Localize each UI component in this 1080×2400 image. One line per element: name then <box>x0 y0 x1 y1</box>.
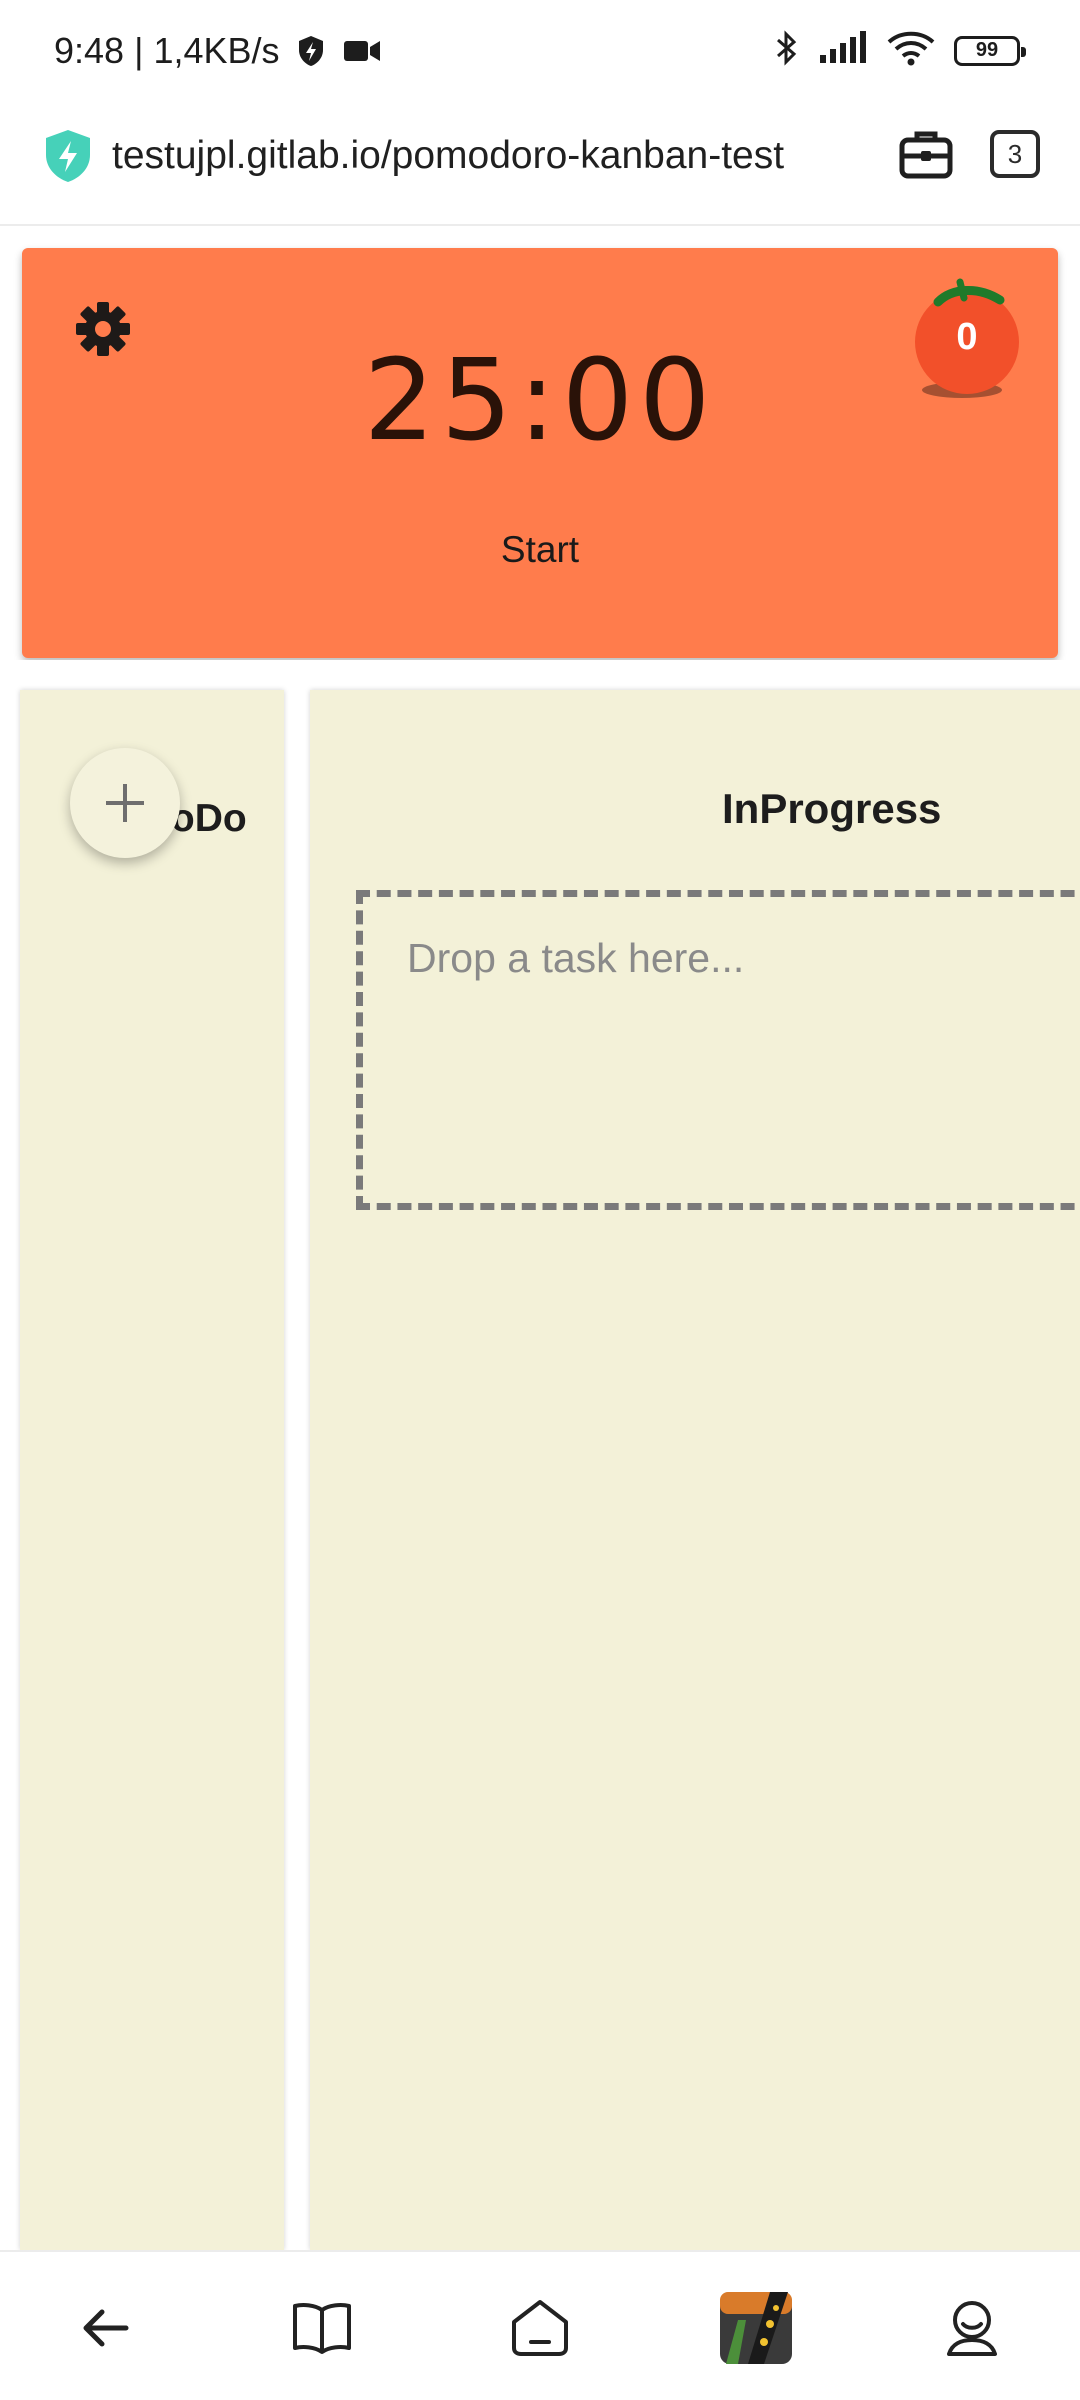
column-todo: ToDo <box>20 690 284 2250</box>
profile-icon[interactable] <box>922 2278 1022 2378</box>
column-inprogress: InProgress Drop a task here... <box>310 690 1080 2250</box>
bottom-navigation <box>0 2250 1080 2400</box>
kanban-board: ToDo InProgress Drop a task here... <box>0 660 1080 2250</box>
secure-shield-icon[interactable] <box>42 128 94 189</box>
tab-count-button[interactable]: 3 <box>990 130 1040 178</box>
pomodoro-count: 0 <box>956 316 978 358</box>
browser-url-bar: testujpl.gitlab.io/pomodoro-kanban-test … <box>0 100 1080 226</box>
start-button[interactable]: Start <box>440 514 640 586</box>
pomodoro-timer-card: 25:00 Start 0 <box>22 248 1058 658</box>
home-icon[interactable] <box>490 2278 590 2378</box>
plus-icon <box>106 784 144 822</box>
task-dropzone[interactable]: Drop a task here... <box>356 890 1080 1210</box>
dropzone-placeholder: Drop a task here... <box>407 935 745 981</box>
battery-indicator: 99 <box>954 35 1026 66</box>
status-bar: 9:48 | 1,4KB/s 99 <box>0 0 1080 100</box>
status-separator: | <box>134 30 144 71</box>
signal-icon <box>818 31 868 70</box>
shield-bolt-icon <box>296 34 326 68</box>
book-icon[interactable] <box>272 2278 372 2378</box>
add-task-button[interactable] <box>70 748 180 858</box>
bluetooth-icon <box>774 30 800 71</box>
toolbox-icon[interactable] <box>898 126 954 187</box>
screen: 9:48 | 1,4KB/s 99 testujpl.gitlab.io/pom… <box>0 0 1080 2400</box>
status-left: 9:48 | 1,4KB/s <box>54 30 382 72</box>
status-time: 9:48 <box>54 30 125 71</box>
video-camera-icon <box>342 37 382 65</box>
back-arrow-icon[interactable] <box>56 2278 156 2378</box>
game-thumbnail-icon[interactable] <box>706 2278 806 2378</box>
column-inprogress-title: InProgress <box>722 785 942 832</box>
network-speed: 1,4KB/s <box>153 30 280 71</box>
wifi-icon <box>886 30 936 71</box>
status-right: 99 <box>774 30 1026 71</box>
url-text[interactable]: testujpl.gitlab.io/pomodoro-kanban-test <box>112 134 784 178</box>
